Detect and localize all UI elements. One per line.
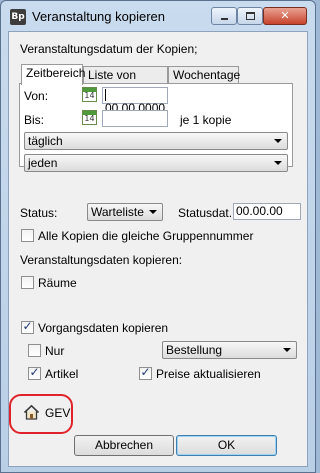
raeume-label: Räume (38, 276, 77, 290)
cancel-button[interactable]: Abbrechen (74, 435, 174, 456)
every-select-value: jeden (28, 156, 58, 170)
chevron-down-icon (274, 161, 282, 165)
gruppennummer-checkbox[interactable] (21, 229, 34, 242)
bis-label: Bis: (24, 113, 45, 127)
status-date-input[interactable]: 00.00.00 (233, 203, 301, 220)
raeume-checkbox[interactable] (21, 276, 34, 289)
maximize-icon (246, 12, 255, 20)
tab-panel-zeitbereich: Von: 14 00.00.0000 Bis: 14 je 1 kopie tä… (19, 83, 293, 172)
window-title: Veranstaltung kopieren (32, 9, 165, 24)
artikel-checkbox[interactable]: ✓ (28, 365, 41, 380)
status-select[interactable]: Warteliste (87, 203, 163, 221)
veranstaltungsdaten-label: Veranstaltungsdaten kopieren: (20, 253, 183, 267)
checkmark-icon: ✓ (140, 365, 151, 379)
every-select[interactable]: jeden (24, 154, 288, 172)
highlight-annotation (9, 394, 73, 434)
minimize-icon (221, 18, 228, 20)
calendar-icon[interactable]: 14 (82, 87, 97, 102)
tab-liste-von-tagen[interactable]: Liste von Tagen (83, 66, 168, 96)
von-label: Von: (24, 89, 49, 103)
title-bar[interactable]: Bp Veranstaltung kopieren ✕ (1, 1, 315, 31)
dialog-window: Bp Veranstaltung kopieren ✕ Veranstaltun… (0, 0, 316, 473)
calendar-day: 14 (84, 91, 95, 100)
je-kopie-label: je 1 kopie (180, 113, 232, 127)
gruppennummer-label: Alle Kopien die gleiche Gruppennummer (38, 229, 254, 243)
chevron-down-icon (283, 348, 291, 352)
calendar-icon[interactable]: 14 (82, 110, 97, 125)
status-date-label: Statusdat.: (178, 206, 236, 220)
nur-select[interactable]: Bestellung (162, 341, 297, 359)
text-caret (105, 89, 106, 101)
nur-checkbox[interactable] (28, 344, 41, 357)
tab-zeitbereich[interactable]: Zeitbereich (21, 64, 85, 85)
preise-checkbox[interactable]: ✓ (139, 365, 152, 380)
nur-select-value: Bestellung (166, 343, 223, 357)
chevron-down-icon (149, 210, 157, 214)
close-button[interactable]: ✕ (263, 7, 307, 25)
interval-select[interactable]: täglich (24, 132, 288, 150)
tab-wochentage[interactable]: Wochentage (168, 66, 240, 84)
preise-label: Preise aktualisieren (156, 367, 261, 381)
maximize-button[interactable] (237, 7, 263, 25)
ok-button[interactable]: OK (176, 435, 277, 456)
minimize-button[interactable] (211, 7, 237, 25)
artikel-label: Artikel (45, 367, 79, 381)
close-icon: ✕ (280, 9, 290, 22)
von-date-input[interactable]: 00.00.0000 (102, 87, 168, 115)
interval-select-value: täglich (28, 134, 63, 148)
vorgangsdaten-checkbox[interactable]: ✓ (21, 319, 34, 334)
checkmark-icon: ✓ (29, 365, 40, 379)
status-select-value: Warteliste (91, 205, 144, 219)
bis-date-input[interactable] (102, 110, 168, 127)
chevron-down-icon (274, 139, 282, 143)
section-label: Veranstaltungsdatum der Kopien; (20, 42, 198, 56)
checkmark-icon: ✓ (22, 319, 33, 333)
status-label: Status: (20, 206, 58, 220)
calendar-day: 14 (84, 114, 95, 123)
app-icon: Bp (10, 9, 26, 25)
nur-label: Nur (45, 344, 65, 358)
vorgangsdaten-label: Vorgangsdaten kopieren (38, 321, 169, 335)
